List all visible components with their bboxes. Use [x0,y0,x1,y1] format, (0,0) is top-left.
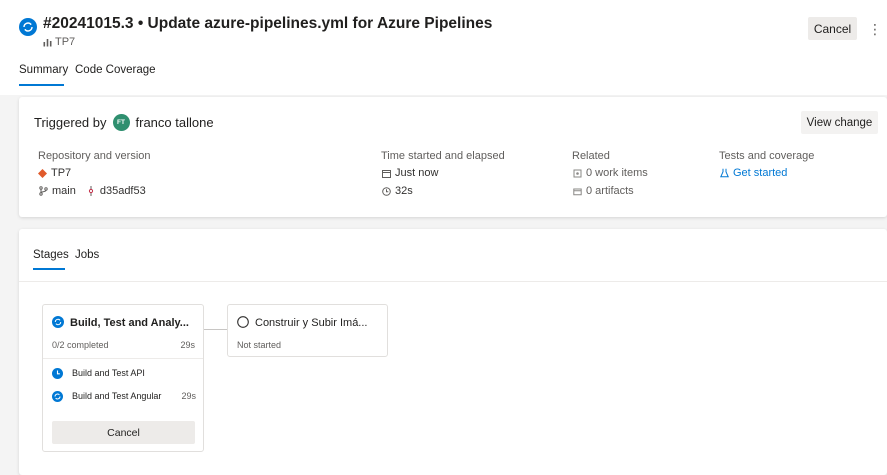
triggered-by-label: Triggered by [34,115,107,130]
avatar[interactable]: FT [112,114,130,131]
repository-heading: Repository and version [38,150,151,162]
artifact-icon [572,186,582,196]
job-name: Build and Test Angular [72,391,162,401]
get-started-link[interactable]: Get started [733,167,787,179]
calendar-icon [381,168,391,178]
divider [43,358,203,359]
branch-name[interactable]: main [52,185,76,197]
related-heading: Related [572,150,610,162]
tab-jobs[interactable]: Jobs [75,249,99,261]
repository-name: TP7 [51,167,72,179]
tests-get-started[interactable]: Get started [719,167,787,179]
stage-name: Build, Test and Analy... [70,317,189,329]
summary-card: Triggered by FT franco tallone View chan… [19,97,887,217]
branch-icon [38,186,48,196]
active-stage-tab-indicator [33,268,65,270]
artifacts-count: 0 artifacts [586,185,634,197]
cancel-stage-button[interactable]: Cancel [52,421,195,444]
divider [19,281,887,282]
work-items-count: 0 work items [586,167,648,179]
run-title: #20241015.3 • Update azure-pipelines.yml… [43,15,493,32]
flask-icon [719,168,729,178]
triggered-by: Triggered by FT franco tallone [34,114,214,131]
time-started-value: Just now [395,167,439,179]
active-tab-indicator [19,84,64,86]
tests-heading: Tests and coverage [719,150,815,162]
repo-breadcrumb[interactable]: TP7 [43,36,75,48]
job-row-build-api[interactable]: Build and Test API [52,366,196,380]
commit-id[interactable]: d35adf53 [100,185,146,197]
user-name[interactable]: franco tallone [136,115,214,130]
stage-card-construir[interactable]: Construir y Subir Imá... Not started [227,304,388,357]
cancel-run-button[interactable]: Cancel [808,17,857,40]
queued-clock-icon [52,367,63,379]
job-name: Build and Test API [72,368,145,378]
stages-card: Stages Jobs Build, Test and Analy... 0/2… [19,229,887,475]
stage-card-build-test[interactable]: Build, Test and Analy... 0/2 completed 2… [42,304,204,452]
more-actions-icon[interactable]: ⋮ [868,19,882,39]
running-status-icon [19,18,37,36]
repo-name: TP7 [55,36,76,48]
not-started-circle-icon [237,316,249,328]
time-heading: Time started and elapsed [381,150,505,162]
work-items-link[interactable]: 0 work items [572,167,648,179]
repository-link[interactable]: TP7 [38,167,71,179]
stage-connector [204,329,227,330]
work-item-icon [572,168,582,178]
run-header: #20241015.3 • Update azure-pipelines.yml… [0,0,887,95]
artifacts-link[interactable]: 0 artifacts [572,185,634,197]
stage-duration: 29s [180,340,195,350]
tab-stages[interactable]: Stages [33,249,69,261]
time-elapsed-value: 32s [395,185,413,197]
clock-icon [381,186,391,196]
time-elapsed: 32s [381,185,413,197]
stage-status: Not started [237,340,282,350]
tab-summary[interactable]: Summary [19,64,68,76]
time-started: Just now [381,167,438,179]
stage-progress: 0/2 completed [52,340,109,350]
git-repo-icon [38,168,47,178]
stage-name: Construir y Subir Imá... [255,317,368,329]
tab-code-coverage[interactable]: Code Coverage [75,64,156,76]
commit-icon [86,186,96,196]
version-info: main d35adf53 [38,185,146,197]
job-duration: 29s [181,391,196,401]
repo-icon [43,38,52,46]
running-status-icon [52,316,64,328]
view-change-button[interactable]: View change [801,111,878,134]
job-row-build-angular[interactable]: Build and Test Angular 29s [52,389,196,403]
running-status-icon [52,390,63,402]
